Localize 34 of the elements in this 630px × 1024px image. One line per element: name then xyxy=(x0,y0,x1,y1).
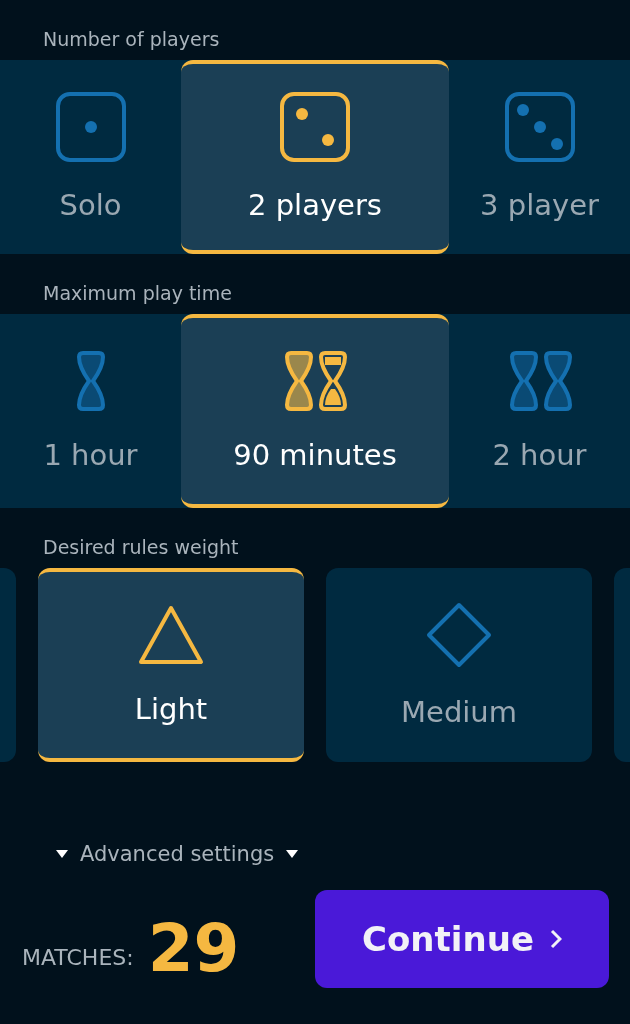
option-label: 3 player xyxy=(480,188,599,222)
option-label: 2 players xyxy=(248,188,382,222)
matches-count: 29 xyxy=(147,916,240,982)
hourglass-icon xyxy=(507,350,572,412)
option-label: Light xyxy=(134,692,208,726)
option-card[interactable]: 2 players xyxy=(181,60,449,254)
option-card[interactable]: 90 minutes xyxy=(181,314,449,508)
section-label: Maximum play time xyxy=(42,281,233,306)
diamond-icon xyxy=(425,601,493,669)
option-label: 2 hour xyxy=(492,438,587,472)
section-label: Desired rules weight xyxy=(42,535,240,560)
caret-icon xyxy=(286,850,299,858)
option-card[interactable]: 3 player xyxy=(449,60,630,254)
option-label: 1 hour xyxy=(43,438,138,472)
option-label: Solo xyxy=(59,188,122,222)
advanced-settings-link[interactable]: Advanced settings xyxy=(80,842,275,866)
option-card[interactable]: Medium xyxy=(326,568,592,762)
section-label: Number of players xyxy=(42,27,221,52)
continue-button[interactable]: Continue xyxy=(315,890,609,988)
option-card[interactable]: 2 hour xyxy=(449,314,630,508)
matches-label: MATCHES: xyxy=(22,945,134,970)
option-label: Medium xyxy=(401,695,517,729)
option-card[interactable]: 1 hour xyxy=(0,314,181,508)
caret-icon xyxy=(56,850,68,858)
hourglass-icon xyxy=(283,350,347,412)
hourglass-icon xyxy=(74,350,107,412)
option-label: 90 minutes xyxy=(233,438,397,472)
die-icon xyxy=(504,92,575,162)
chevron-icon xyxy=(549,929,562,949)
option-card[interactable]: Light xyxy=(38,568,304,762)
die-icon xyxy=(55,92,126,162)
option-card[interactable]: Solo xyxy=(0,60,181,254)
die-icon xyxy=(280,92,350,162)
triangle-icon xyxy=(137,604,205,666)
